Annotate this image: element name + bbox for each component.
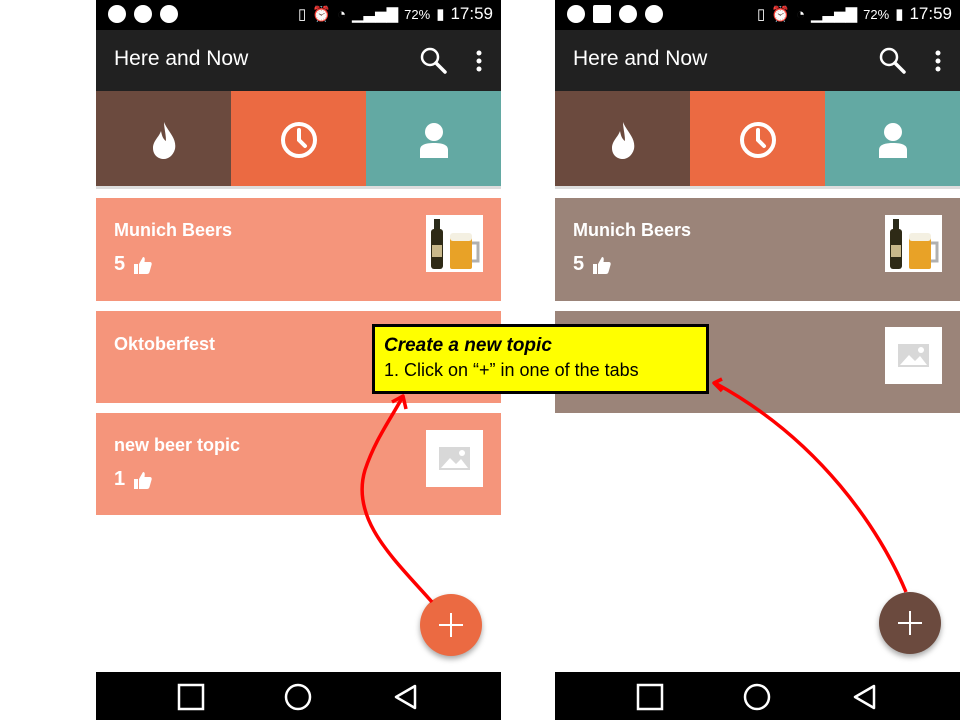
wifi-icon: ◔ (336, 5, 346, 23)
instruction-callout: Create a new topic 1. Click on “+” in on… (372, 324, 709, 394)
alarm-icon: ⏰ (312, 6, 331, 23)
status-indicators: ▯ ⏰ ◔ ▁▃▅▇ 72% ▮ 17:59 (757, 4, 952, 24)
clock-time: 17:59 (909, 4, 952, 23)
wifi-icon: ◔ (795, 5, 805, 23)
tab-divider (555, 186, 960, 189)
recents-button-icon[interactable] (176, 682, 206, 712)
callout-title: Create a new topic (384, 335, 552, 356)
flame-icon (152, 121, 175, 159)
beer-bottle-and-mug-photo (885, 215, 942, 272)
system-nav-bar (555, 672, 960, 720)
plus-icon (898, 611, 922, 635)
shazam-icon (645, 5, 663, 23)
tab-bar (96, 91, 501, 188)
search-icon[interactable] (878, 46, 906, 74)
topic-card-munich-beers[interactable]: Munich Beers 5 (555, 198, 960, 301)
add-topic-button[interactable] (879, 592, 941, 654)
signal-icon: ▁▃▅▇ (811, 6, 858, 23)
tab-hot[interactable] (96, 91, 231, 188)
hangouts-icon (108, 5, 126, 23)
thumb-up-icon[interactable] (133, 255, 153, 275)
tab-profile[interactable] (366, 91, 501, 188)
signal-icon: ▁▃▅▇ (352, 6, 399, 23)
more-vert-icon[interactable] (475, 50, 483, 72)
status-bar: ▯ ⏰ ◔ ▁▃▅▇ 72% ▮ 17:59 (555, 0, 960, 30)
beer-bottle-and-mug-photo (426, 215, 483, 272)
tab-profile[interactable] (825, 91, 960, 188)
person-icon (419, 122, 448, 158)
battery-icon: ▮ (895, 6, 904, 23)
gallery-icon (593, 5, 611, 23)
back-button-icon[interactable] (850, 682, 880, 712)
crab-app-icon (619, 5, 637, 23)
tab-bar (555, 91, 960, 188)
battery-percent: 72% (404, 6, 431, 22)
app-bar: Here and Now (96, 30, 501, 91)
like-count: 1 (114, 468, 126, 490)
tab-divider (96, 186, 501, 189)
clock-time: 17:59 (450, 4, 493, 23)
clock-icon (739, 121, 776, 158)
crab-app-icon (134, 5, 152, 23)
tab-hot[interactable] (555, 91, 690, 188)
vibrate-icon: ▯ (297, 6, 307, 23)
topic-title: new beer topic (114, 435, 241, 455)
like-count: 5 (573, 253, 585, 275)
app-title: Here and Now (573, 47, 708, 70)
image-placeholder-icon (885, 327, 942, 384)
recents-button-icon[interactable] (635, 682, 665, 712)
back-button-icon[interactable] (391, 682, 421, 712)
like-count: 5 (114, 253, 126, 275)
status-indicators: ▯ ⏰ ◔ ▁▃▅▇ 72% ▮ 17:59 (298, 4, 493, 24)
hangouts-icon (567, 5, 585, 23)
topic-likes: 5 (573, 253, 612, 276)
clock-icon (280, 121, 317, 158)
system-nav-bar (96, 672, 501, 720)
home-button-icon[interactable] (283, 682, 313, 712)
search-icon[interactable] (419, 46, 447, 74)
app-bar: Here and Now (555, 30, 960, 91)
flame-icon (611, 121, 634, 159)
thumb-up-icon[interactable] (592, 255, 612, 275)
notification-icons (108, 5, 178, 23)
home-button-icon[interactable] (742, 682, 772, 712)
battery-icon: ▮ (436, 6, 445, 23)
tab-recent[interactable] (231, 91, 366, 188)
battery-percent: 72% (863, 6, 890, 22)
app-title: Here and Now (114, 47, 249, 70)
shazam-icon (160, 5, 178, 23)
topic-card-new-beer-topic[interactable]: new beer topic 1 (96, 413, 501, 515)
image-placeholder-icon (426, 430, 483, 487)
more-vert-icon[interactable] (934, 50, 942, 72)
callout-step: 1. Click on “+” in one of the tabs (384, 360, 639, 380)
topic-likes: 5 (114, 253, 153, 276)
thumb-up-icon[interactable] (133, 470, 153, 490)
topic-title: Oktoberfest (114, 334, 216, 354)
topic-likes: 1 (114, 468, 153, 491)
alarm-icon: ⏰ (771, 6, 790, 23)
notification-icons (567, 5, 663, 23)
plus-icon (439, 613, 463, 637)
vibrate-icon: ▯ (756, 6, 766, 23)
add-topic-button[interactable] (420, 594, 482, 656)
topic-title: Munich Beers (114, 220, 233, 240)
topic-card-munich-beers[interactable]: Munich Beers 5 (96, 198, 501, 301)
topic-title: Munich Beers (573, 220, 692, 240)
person-icon (878, 122, 907, 158)
status-bar: ▯ ⏰ ◔ ▁▃▅▇ 72% ▮ 17:59 (96, 0, 501, 30)
tab-recent[interactable] (690, 91, 825, 188)
